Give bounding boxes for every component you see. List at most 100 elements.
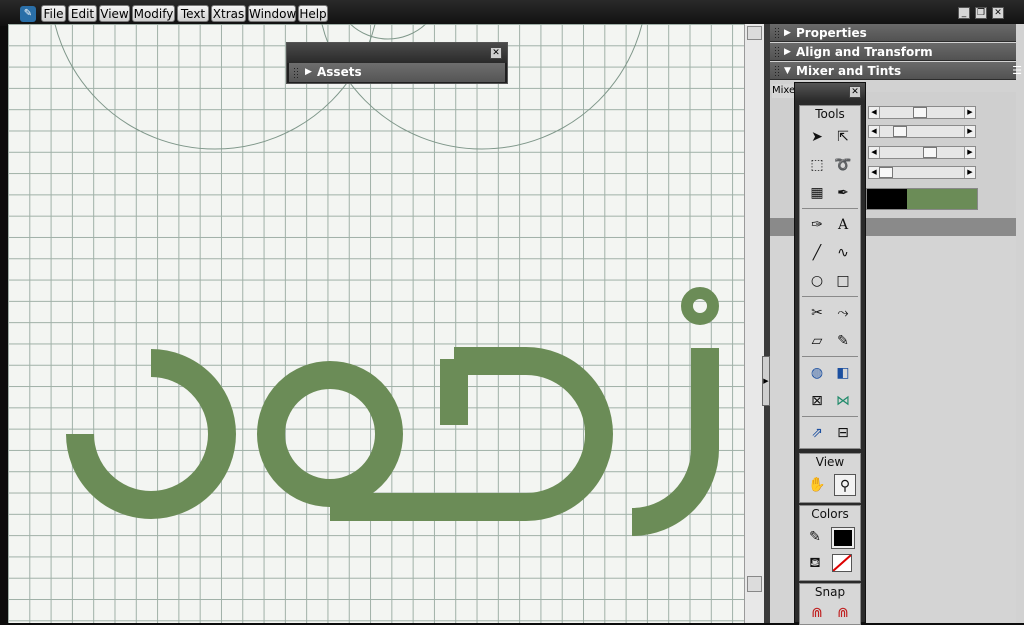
- panel-title: Align and Transform: [796, 45, 933, 59]
- slider-right-arrow-icon[interactable]: ▶: [964, 147, 975, 158]
- ellipse-icon[interactable]: ○: [806, 270, 828, 292]
- artwork-canvas: [54, 24, 719, 536]
- snap-section: Snap ⋒ ⋒: [799, 583, 861, 625]
- panel-options-icon[interactable]: ☰: [1012, 62, 1022, 80]
- crop-icon[interactable]: ▦: [806, 182, 828, 204]
- fill-color-swatch[interactable]: [832, 554, 852, 572]
- slider-right-arrow-icon[interactable]: ▶: [964, 167, 975, 178]
- menu-view[interactable]: View: [99, 5, 130, 22]
- mixer-slider-r[interactable]: ◀ ▶: [868, 106, 976, 119]
- blend-icon[interactable]: ◧: [832, 362, 854, 384]
- snap-to-grid-icon[interactable]: ⋒: [806, 602, 828, 624]
- assets-title: Assets: [317, 65, 362, 79]
- panel-title: Mixer and Tints: [796, 64, 902, 78]
- scale-icon[interactable]: ⬚: [806, 154, 828, 176]
- expand-arrow-icon: ▶: [784, 47, 791, 57]
- slider-thumb[interactable]: [879, 167, 893, 178]
- slider-left-arrow-icon[interactable]: ◀: [869, 126, 880, 137]
- slider-right-arrow-icon[interactable]: ▶: [964, 107, 975, 118]
- slider-thumb[interactable]: [923, 147, 937, 158]
- mixer-slider-g[interactable]: ◀ ▶: [868, 125, 976, 138]
- separator: [802, 296, 858, 297]
- logo-glyph-hook: [631, 348, 719, 536]
- logo-glyph-left: [66, 349, 236, 519]
- menu-help[interactable]: Help: [298, 5, 328, 22]
- mixer-panel-header[interactable]: ▼ Mixer and Tints ☰: [770, 62, 1022, 80]
- mixer-slider-b[interactable]: ◀ ▶: [868, 146, 976, 159]
- slider-thumb[interactable]: [913, 107, 927, 118]
- link-icon[interactable]: ⇗: [806, 422, 828, 444]
- close-button[interactable]: ✕: [992, 7, 1004, 19]
- scroll-up-button[interactable]: [747, 26, 762, 40]
- properties-panel-header[interactable]: ▶ Properties: [770, 24, 1016, 42]
- guide-circle: [349, 24, 427, 40]
- view-title: View: [815, 455, 845, 469]
- slider-left-arrow-icon[interactable]: ◀: [869, 147, 880, 158]
- menu-edit[interactable]: Edit: [68, 5, 97, 22]
- perspective-icon[interactable]: ◍: [806, 362, 828, 384]
- subselect-icon[interactable]: ⇱: [832, 126, 854, 148]
- app-icon[interactable]: ✎: [20, 6, 36, 22]
- eyedropper-icon[interactable]: ✒: [832, 182, 854, 204]
- menu-bar: ✎ File Edit View Modify Text Xtras Windo…: [0, 0, 1024, 26]
- stroke-pencil-icon: ✎: [809, 529, 821, 545]
- tools-title: Tools: [815, 107, 845, 121]
- assets-panel-titlebar[interactable]: ✕: [287, 43, 507, 63]
- collapse-panel-toggle[interactable]: ▶: [762, 356, 770, 406]
- tools-section: Tools ➤ ⇱ ⬚ ➰ ▦ ✒ ✑ A ╱ ∿ ○ □ ✂ ⤳ ▱ ✎ ◍ …: [799, 105, 861, 449]
- assets-floating-panel: ✕ ▶ Assets: [286, 42, 508, 84]
- close-icon[interactable]: ✕: [849, 86, 861, 98]
- align-panel-header[interactable]: ▶ Align and Transform: [770, 43, 1016, 61]
- restore-button[interactable]: ❐: [975, 7, 987, 19]
- assets-panel-header[interactable]: ▶ Assets: [289, 63, 505, 82]
- panel-title: Properties: [796, 26, 867, 40]
- colors-title: Colors: [811, 507, 849, 521]
- connector-icon[interactable]: ⊟: [832, 422, 854, 444]
- eraser-icon[interactable]: ▱: [806, 330, 828, 352]
- pen-icon[interactable]: ✑: [806, 214, 828, 236]
- vertical-scrollbar[interactable]: [744, 24, 765, 623]
- close-icon[interactable]: ✕: [490, 47, 502, 59]
- menu-modify[interactable]: Modify: [132, 5, 175, 22]
- stroke-color-swatch[interactable]: [831, 527, 855, 549]
- separator: [802, 416, 858, 417]
- color-swatch-preview[interactable]: [866, 188, 978, 210]
- logo-artwork[interactable]: [66, 287, 719, 536]
- graphic-hose-icon[interactable]: ⊠: [806, 390, 828, 412]
- tools-titlebar[interactable]: ✕: [795, 83, 865, 101]
- rectangle-icon[interactable]: □: [832, 270, 854, 292]
- scroll-thumb[interactable]: [747, 576, 762, 592]
- brush-icon[interactable]: ✎: [832, 330, 854, 352]
- snap-to-guides-icon[interactable]: ⋒: [832, 602, 854, 624]
- grip-icon[interactable]: [293, 67, 299, 79]
- fill-bucket-icon: ⛾: [809, 555, 821, 571]
- zoom-icon[interactable]: ⚲: [834, 474, 856, 496]
- minimize-button[interactable]: _: [958, 7, 970, 19]
- menu-window[interactable]: Window: [248, 5, 296, 22]
- menu-text[interactable]: Text: [177, 5, 209, 22]
- line-icon[interactable]: ╱: [806, 242, 828, 264]
- slider-thumb[interactable]: [893, 126, 907, 137]
- mirror-icon[interactable]: ⋈: [832, 390, 854, 412]
- freeform-icon[interactable]: ∿: [832, 242, 854, 264]
- logo-small-circle: [681, 287, 719, 325]
- pointer-icon[interactable]: ➤: [806, 126, 828, 148]
- collapse-arrow-icon: ▼: [784, 66, 791, 76]
- menu-file[interactable]: File: [41, 5, 66, 22]
- mixer-tab[interactable]: Mixe: [772, 84, 796, 98]
- text-icon[interactable]: A: [832, 214, 854, 236]
- slider-right-arrow-icon[interactable]: ▶: [964, 126, 975, 137]
- menu-xtras[interactable]: Xtras: [211, 5, 246, 22]
- view-section: View ✋ ⚲: [799, 453, 861, 503]
- tint-swatch: [907, 189, 977, 209]
- drawing-stage[interactable]: [8, 24, 744, 623]
- colors-section: Colors ✎ ⛾: [799, 505, 861, 581]
- expand-arrow-icon: ▶: [784, 28, 791, 38]
- lasso-icon[interactable]: ➰: [832, 154, 854, 176]
- trace-icon[interactable]: ⤳: [832, 302, 854, 324]
- knife-icon[interactable]: ✂: [806, 302, 828, 324]
- slider-left-arrow-icon[interactable]: ◀: [869, 107, 880, 118]
- fill-swatch: [867, 189, 907, 209]
- mixer-slider-tint[interactable]: ◀ ▶: [868, 166, 976, 179]
- hand-icon[interactable]: ✋: [806, 474, 828, 496]
